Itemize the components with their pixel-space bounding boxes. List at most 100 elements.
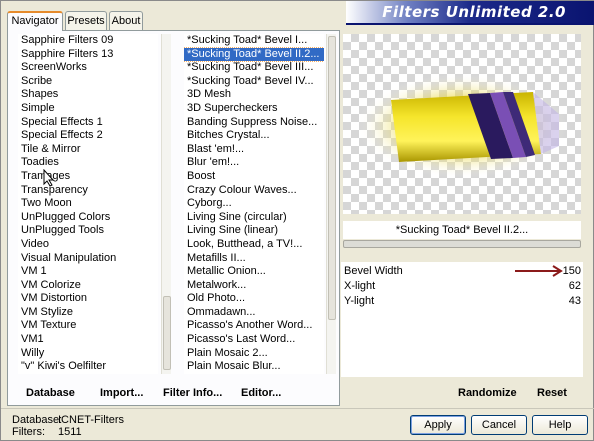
param-value: 150 bbox=[562, 265, 581, 277]
category-item[interactable]: Tile & Mirror bbox=[18, 143, 158, 157]
param-y-light[interactable]: Y-light 43 bbox=[341, 294, 583, 308]
filter-item[interactable]: *Sucking Toad* Bevel IV... bbox=[184, 75, 324, 89]
filter-item[interactable]: Metallic Onion... bbox=[184, 265, 324, 279]
filters-count-status: Filters: 1511 bbox=[12, 426, 82, 438]
import-label: Import... bbox=[100, 387, 144, 399]
category-item[interactable]: VM Colorize bbox=[18, 279, 158, 293]
filter-item[interactable]: Metalwork... bbox=[184, 279, 324, 293]
selected-filter-name: *Sucking Toad* Bevel II.2... bbox=[343, 221, 581, 239]
reset-label: Reset bbox=[537, 387, 567, 399]
mouse-cursor-icon bbox=[43, 169, 55, 187]
category-item[interactable]: Sapphire Filters 13 bbox=[18, 48, 158, 62]
database-button[interactable]: Database bbox=[26, 385, 75, 401]
category-item[interactable]: Special Effects 2 bbox=[18, 129, 158, 143]
category-item[interactable]: "v" Kiwi's Oelfilter bbox=[18, 360, 158, 374]
category-item[interactable]: UnPlugged Tools bbox=[18, 224, 158, 238]
filter-scroll-thumb[interactable] bbox=[328, 36, 336, 320]
filter-info-label: Filter Info... bbox=[163, 387, 223, 399]
filter-item[interactable]: Bitches Crystal... bbox=[184, 129, 324, 143]
filter-info-button[interactable]: Filter Info... bbox=[163, 385, 222, 401]
editor-button[interactable]: Editor... bbox=[241, 385, 281, 401]
import-button[interactable]: Import... bbox=[100, 385, 143, 401]
filter-item[interactable]: Plain Mosaic 2... bbox=[184, 347, 324, 361]
category-item[interactable]: Simple bbox=[18, 102, 158, 116]
filter-item[interactable]: Blur 'em!... bbox=[184, 156, 324, 170]
filter-list[interactable]: *Sucking Toad* Bevel I... *Sucking Toad* … bbox=[184, 34, 324, 374]
param-value: 62 bbox=[568, 280, 581, 292]
filter-item[interactable]: Crazy Colour Waves... bbox=[184, 184, 324, 198]
filter-item[interactable]: Banding Suppress Noise... bbox=[184, 116, 324, 130]
category-item[interactable]: Scribe bbox=[18, 75, 158, 89]
footer-divider bbox=[1, 408, 594, 409]
filter-item[interactable]: Boost bbox=[184, 170, 324, 184]
category-item[interactable]: Toadies bbox=[18, 156, 158, 170]
category-item[interactable]: Visual Manipulation bbox=[18, 252, 158, 266]
filters-unlimited-dialog: Filters Unlimited 2.0 Navigator Presets … bbox=[0, 0, 594, 441]
preview-canvas bbox=[343, 34, 581, 214]
tab-presets[interactable]: Presets bbox=[65, 11, 107, 31]
filter-item[interactable]: 3D Mesh bbox=[184, 88, 324, 102]
category-item[interactable]: UnPlugged Colors bbox=[18, 211, 158, 225]
apply-button[interactable]: Apply bbox=[410, 415, 466, 435]
category-item[interactable]: Sapphire Filters 09 bbox=[18, 34, 158, 48]
category-item[interactable]: Two Moon bbox=[18, 197, 158, 211]
filter-item[interactable]: Plain Mosaic Blur... bbox=[184, 360, 324, 374]
editor-label: Editor... bbox=[241, 387, 282, 399]
tab-about[interactable]: About bbox=[109, 11, 143, 31]
bevel-preview-image bbox=[357, 74, 567, 178]
category-list[interactable]: Sapphire Filters 09 Sapphire Filters 13 Sc… bbox=[18, 34, 158, 374]
filter-item[interactable]: *Sucking Toad* Bevel II.2... bbox=[184, 46, 324, 63]
filter-item[interactable]: Old Photo... bbox=[184, 292, 324, 306]
category-item[interactable]: VM 1 bbox=[18, 265, 158, 279]
category-item[interactable]: VM1 bbox=[18, 333, 158, 347]
reset-button[interactable]: Reset bbox=[537, 385, 567, 401]
filter-item[interactable]: Living Sine (circular) bbox=[184, 211, 324, 225]
category-item[interactable]: ScreenWorks bbox=[18, 61, 158, 75]
param-bevel-width[interactable]: Bevel Width 150 bbox=[341, 264, 583, 278]
database-status-label: Database: bbox=[12, 414, 63, 426]
filter-item[interactable]: Blast 'em!... bbox=[184, 143, 324, 157]
cancel-button[interactable]: Cancel bbox=[471, 415, 527, 435]
database-status-value: ICNET-Filters bbox=[58, 414, 124, 426]
category-item[interactable]: Special Effects 1 bbox=[18, 116, 158, 130]
param-value: 43 bbox=[568, 295, 581, 307]
database-status: Database: ICNET-Filters bbox=[12, 414, 124, 426]
category-scrollbar[interactable] bbox=[161, 34, 171, 374]
banner-title: Filters Unlimited 2.0 bbox=[382, 3, 566, 21]
filters-count-label: Filters: bbox=[12, 426, 45, 438]
category-item[interactable]: Willy bbox=[18, 347, 158, 361]
randomize-label: Randomize bbox=[458, 387, 517, 399]
filter-item[interactable]: *Sucking Toad* Bevel III... bbox=[184, 61, 324, 75]
category-item[interactable]: VM Distortion bbox=[18, 292, 158, 306]
filter-item[interactable]: Cyborg... bbox=[184, 197, 324, 211]
filters-count-value: 1511 bbox=[58, 426, 82, 438]
filter-item[interactable]: Look, Butthead, a TV!... bbox=[184, 238, 324, 252]
category-item[interactable]: Transparency bbox=[18, 184, 158, 198]
arrow-right-icon bbox=[515, 265, 563, 277]
category-item[interactable]: Tramages bbox=[18, 170, 158, 184]
filter-item[interactable]: Metafills II... bbox=[184, 252, 324, 266]
param-x-light[interactable]: X-light 62 bbox=[341, 279, 583, 293]
filter-item[interactable]: Picasso's Another Word... bbox=[184, 319, 324, 333]
tab-navigator[interactable]: Navigator bbox=[7, 11, 63, 31]
filter-item[interactable]: *Sucking Toad* Bevel I... bbox=[184, 34, 324, 48]
preview-progress-bar bbox=[343, 240, 581, 248]
category-item[interactable]: Video bbox=[18, 238, 158, 252]
param-label: Y-light bbox=[344, 295, 375, 307]
title-banner: Filters Unlimited 2.0 bbox=[346, 1, 594, 25]
category-item[interactable]: VM Stylize bbox=[18, 306, 158, 320]
param-label: X-light bbox=[344, 280, 376, 292]
category-item[interactable]: Shapes bbox=[18, 88, 158, 102]
category-item[interactable]: VM Texture bbox=[18, 319, 158, 333]
category-scroll-thumb[interactable] bbox=[163, 296, 171, 370]
param-label: Bevel Width bbox=[344, 265, 403, 277]
filter-item[interactable]: Picasso's Last Word... bbox=[184, 333, 324, 347]
randomize-button[interactable]: Randomize bbox=[458, 385, 517, 401]
parameter-panel: Bevel Width 150 X-light 62 Y-light 43 bbox=[341, 262, 583, 377]
filter-item[interactable]: Living Sine (linear) bbox=[184, 224, 324, 238]
filter-item[interactable]: Ommadawn... bbox=[184, 306, 324, 320]
filter-item[interactable]: 3D Supercheckers bbox=[184, 102, 324, 116]
help-button[interactable]: Help bbox=[532, 415, 588, 435]
database-label: Database bbox=[26, 387, 75, 399]
filter-scrollbar[interactable] bbox=[326, 34, 336, 374]
